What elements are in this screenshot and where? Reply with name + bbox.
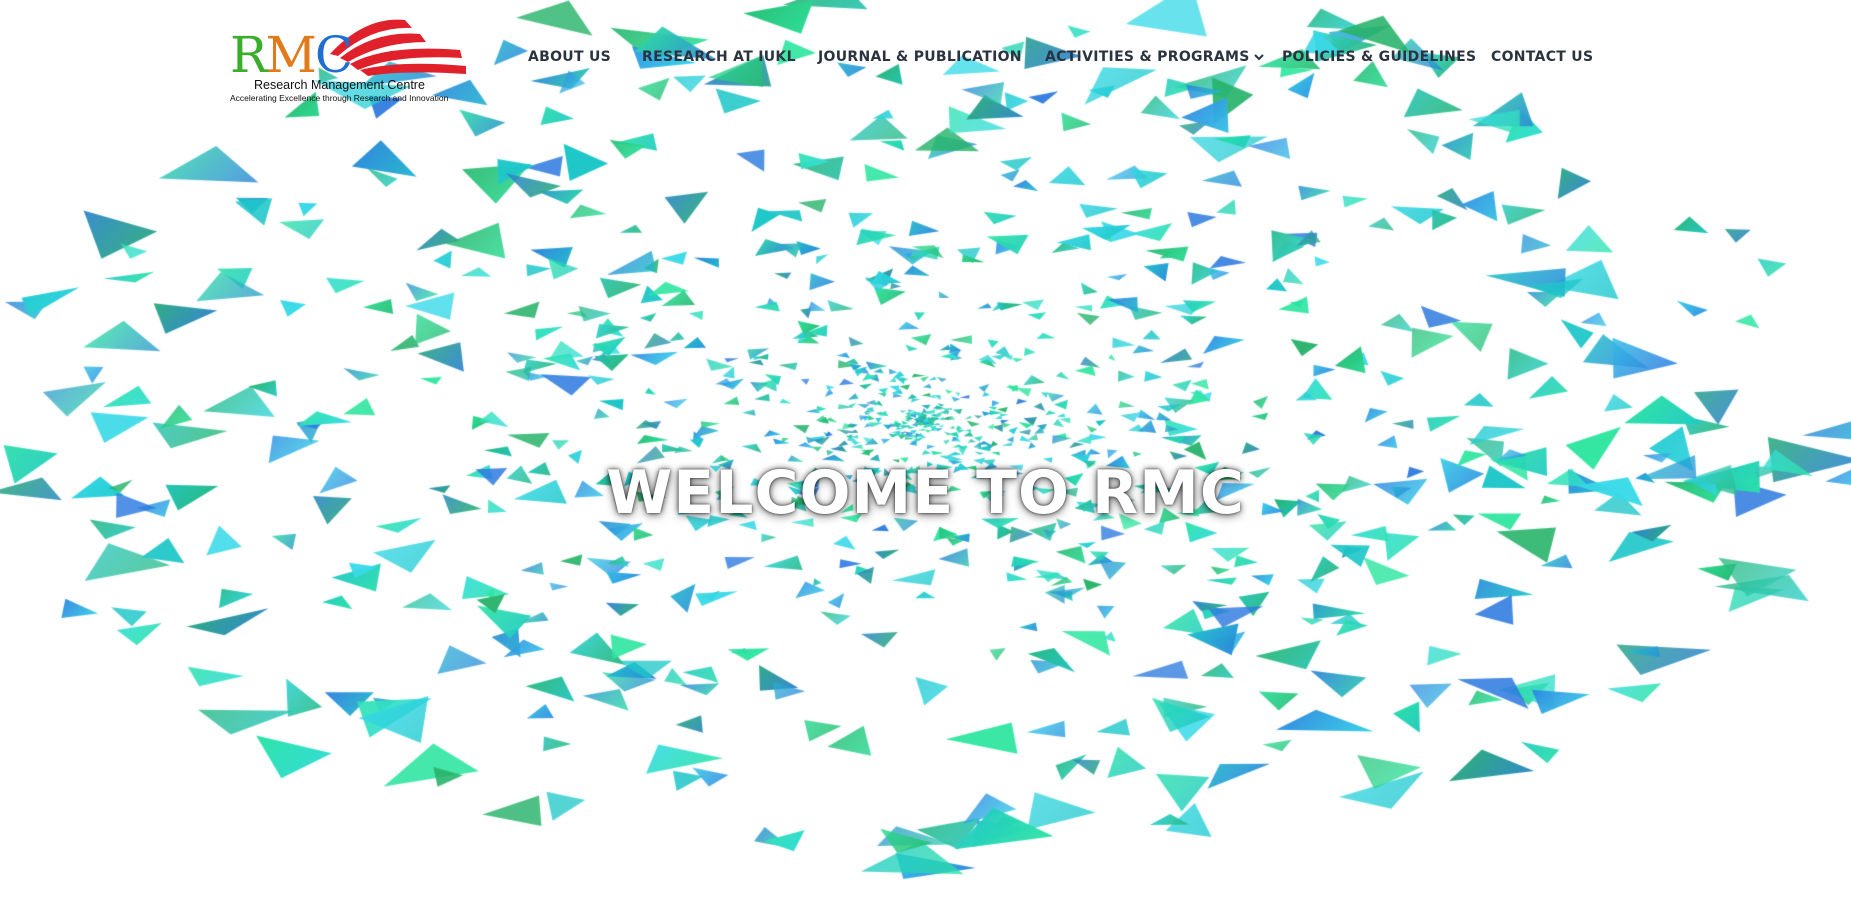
nav-policies-guidelines[interactable]: POLICIES & GUIDELINES — [1282, 48, 1476, 66]
logo-tagline: Accelerating Excellence through Research… — [230, 93, 449, 103]
hero-title: WELCOME TO RMC — [606, 458, 1245, 529]
nav-about-us[interactable]: ABOUT US — [528, 48, 611, 66]
nav-contact-us[interactable]: CONTACT US — [1491, 48, 1593, 66]
nav-journal-publication[interactable]: JOURNAL & PUBLICATION — [818, 48, 1022, 66]
site-header: RMC Research Management Centre Accelerat… — [0, 0, 1851, 120]
rmc-logo[interactable]: RMC Research Management Centre Accelerat… — [190, 14, 470, 104]
chevron-down-icon — [1253, 54, 1264, 61]
nav-activities-programs[interactable]: ACTIVITIES & PROGRAMS — [1045, 48, 1264, 66]
logo-name: Research Management Centre — [254, 78, 425, 92]
logo-letters: RMC — [230, 26, 353, 84]
nav-research-at-iukl[interactable]: RESEARCH AT IUKL — [642, 48, 796, 66]
nav-activities-programs-label: ACTIVITIES & PROGRAMS — [1045, 49, 1250, 65]
